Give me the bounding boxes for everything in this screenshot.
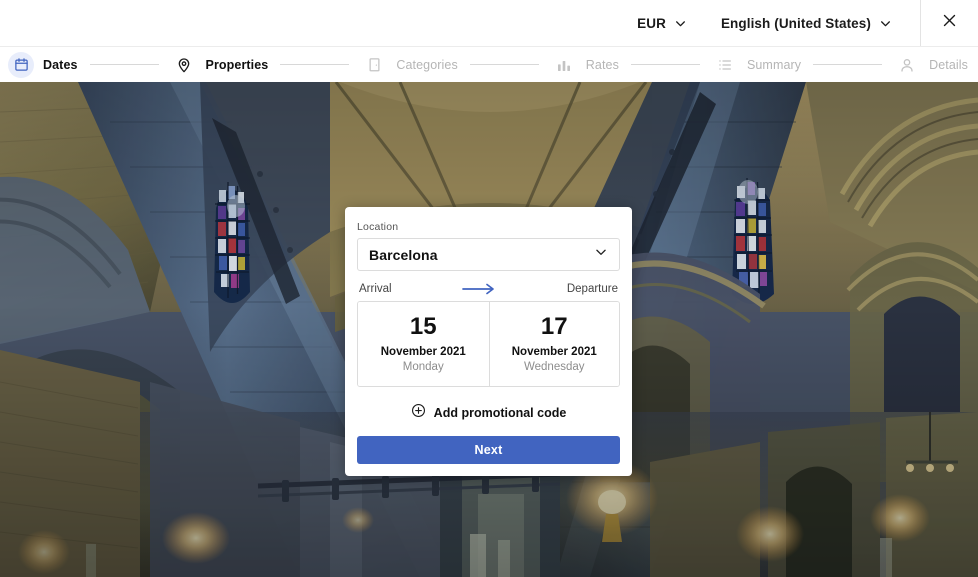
location-pin-icon [171, 52, 197, 78]
progress-stepper: Dates Properties Categories Rates Summar… [0, 46, 978, 82]
step-label-summary: Summary [746, 57, 802, 72]
top-bar: EUR English (United States) [0, 0, 978, 46]
currency-label: EUR [637, 15, 666, 31]
arrival-weekday: Monday [402, 361, 444, 374]
step-label-details: Details [929, 57, 969, 72]
step-label-properties: Properties [205, 57, 269, 72]
close-button[interactable] [921, 0, 978, 46]
step-connector [469, 64, 539, 65]
location-label: Location [357, 221, 399, 233]
departure-date-cell[interactable]: 17 November 2021 Wednesday [488, 302, 619, 387]
door-icon [361, 52, 387, 78]
booking-widget: EUR English (United States) Dates Proper… [0, 0, 978, 577]
arrival-label: Arrival [359, 283, 392, 295]
arrival-date-cell[interactable]: 15 November 2021 Monday [358, 302, 489, 387]
departure-label: Departure [566, 283, 618, 295]
close-icon [942, 13, 957, 33]
step-summary[interactable]: Summary [712, 52, 801, 78]
step-details[interactable]: Details [894, 52, 972, 78]
step-label-dates: Dates [43, 57, 78, 72]
top-bar-right: EUR English (United States) [627, 0, 978, 46]
arrow-right-icon [462, 283, 496, 295]
language-label: English (United States) [720, 15, 871, 31]
departure-day: 17 [540, 313, 568, 340]
arrival-month-year: November 2021 [380, 346, 466, 359]
location-select[interactable]: Barcelona [357, 238, 620, 271]
departure-weekday: Wednesday [523, 361, 585, 374]
departure-month-year: November 2021 [511, 346, 597, 359]
date-range-picker: 15 November 2021 Monday 17 November 2021… [357, 301, 620, 388]
list-icon [712, 52, 738, 78]
step-dates[interactable]: Dates [8, 51, 78, 78]
step-label-categories: Categories [396, 57, 458, 72]
next-button[interactable]: Next [357, 436, 620, 465]
plus-circle-icon [411, 403, 426, 423]
chevron-down-icon [674, 17, 687, 30]
booking-card: Location Barcelona Arrival Departure 15 … [345, 207, 632, 477]
person-icon [894, 52, 920, 78]
add-promo-code-button[interactable]: Add promotional code [357, 403, 620, 423]
date-range-labels: Arrival Departure [359, 283, 618, 295]
hero-background: Location Barcelona Arrival Departure 15 … [0, 82, 978, 577]
step-rates[interactable]: Rates [551, 52, 619, 78]
bar-chart-icon [551, 52, 577, 78]
step-connector [813, 64, 883, 65]
step-properties[interactable]: Properties [171, 52, 269, 78]
step-categories[interactable]: Categories [361, 52, 458, 78]
calendar-icon [8, 51, 34, 78]
chevron-down-icon [594, 245, 608, 264]
arrival-day: 15 [409, 313, 437, 340]
chevron-down-icon [879, 17, 892, 30]
currency-selector[interactable]: EUR [627, 0, 697, 46]
location-value: Barcelona [369, 246, 438, 263]
step-connector [89, 64, 159, 65]
language-selector[interactable]: English (United States) [711, 0, 902, 46]
add-promo-code-label: Add promotional code [433, 406, 567, 421]
step-connector [630, 64, 700, 65]
step-connector [280, 64, 350, 65]
step-label-rates: Rates [585, 57, 619, 72]
